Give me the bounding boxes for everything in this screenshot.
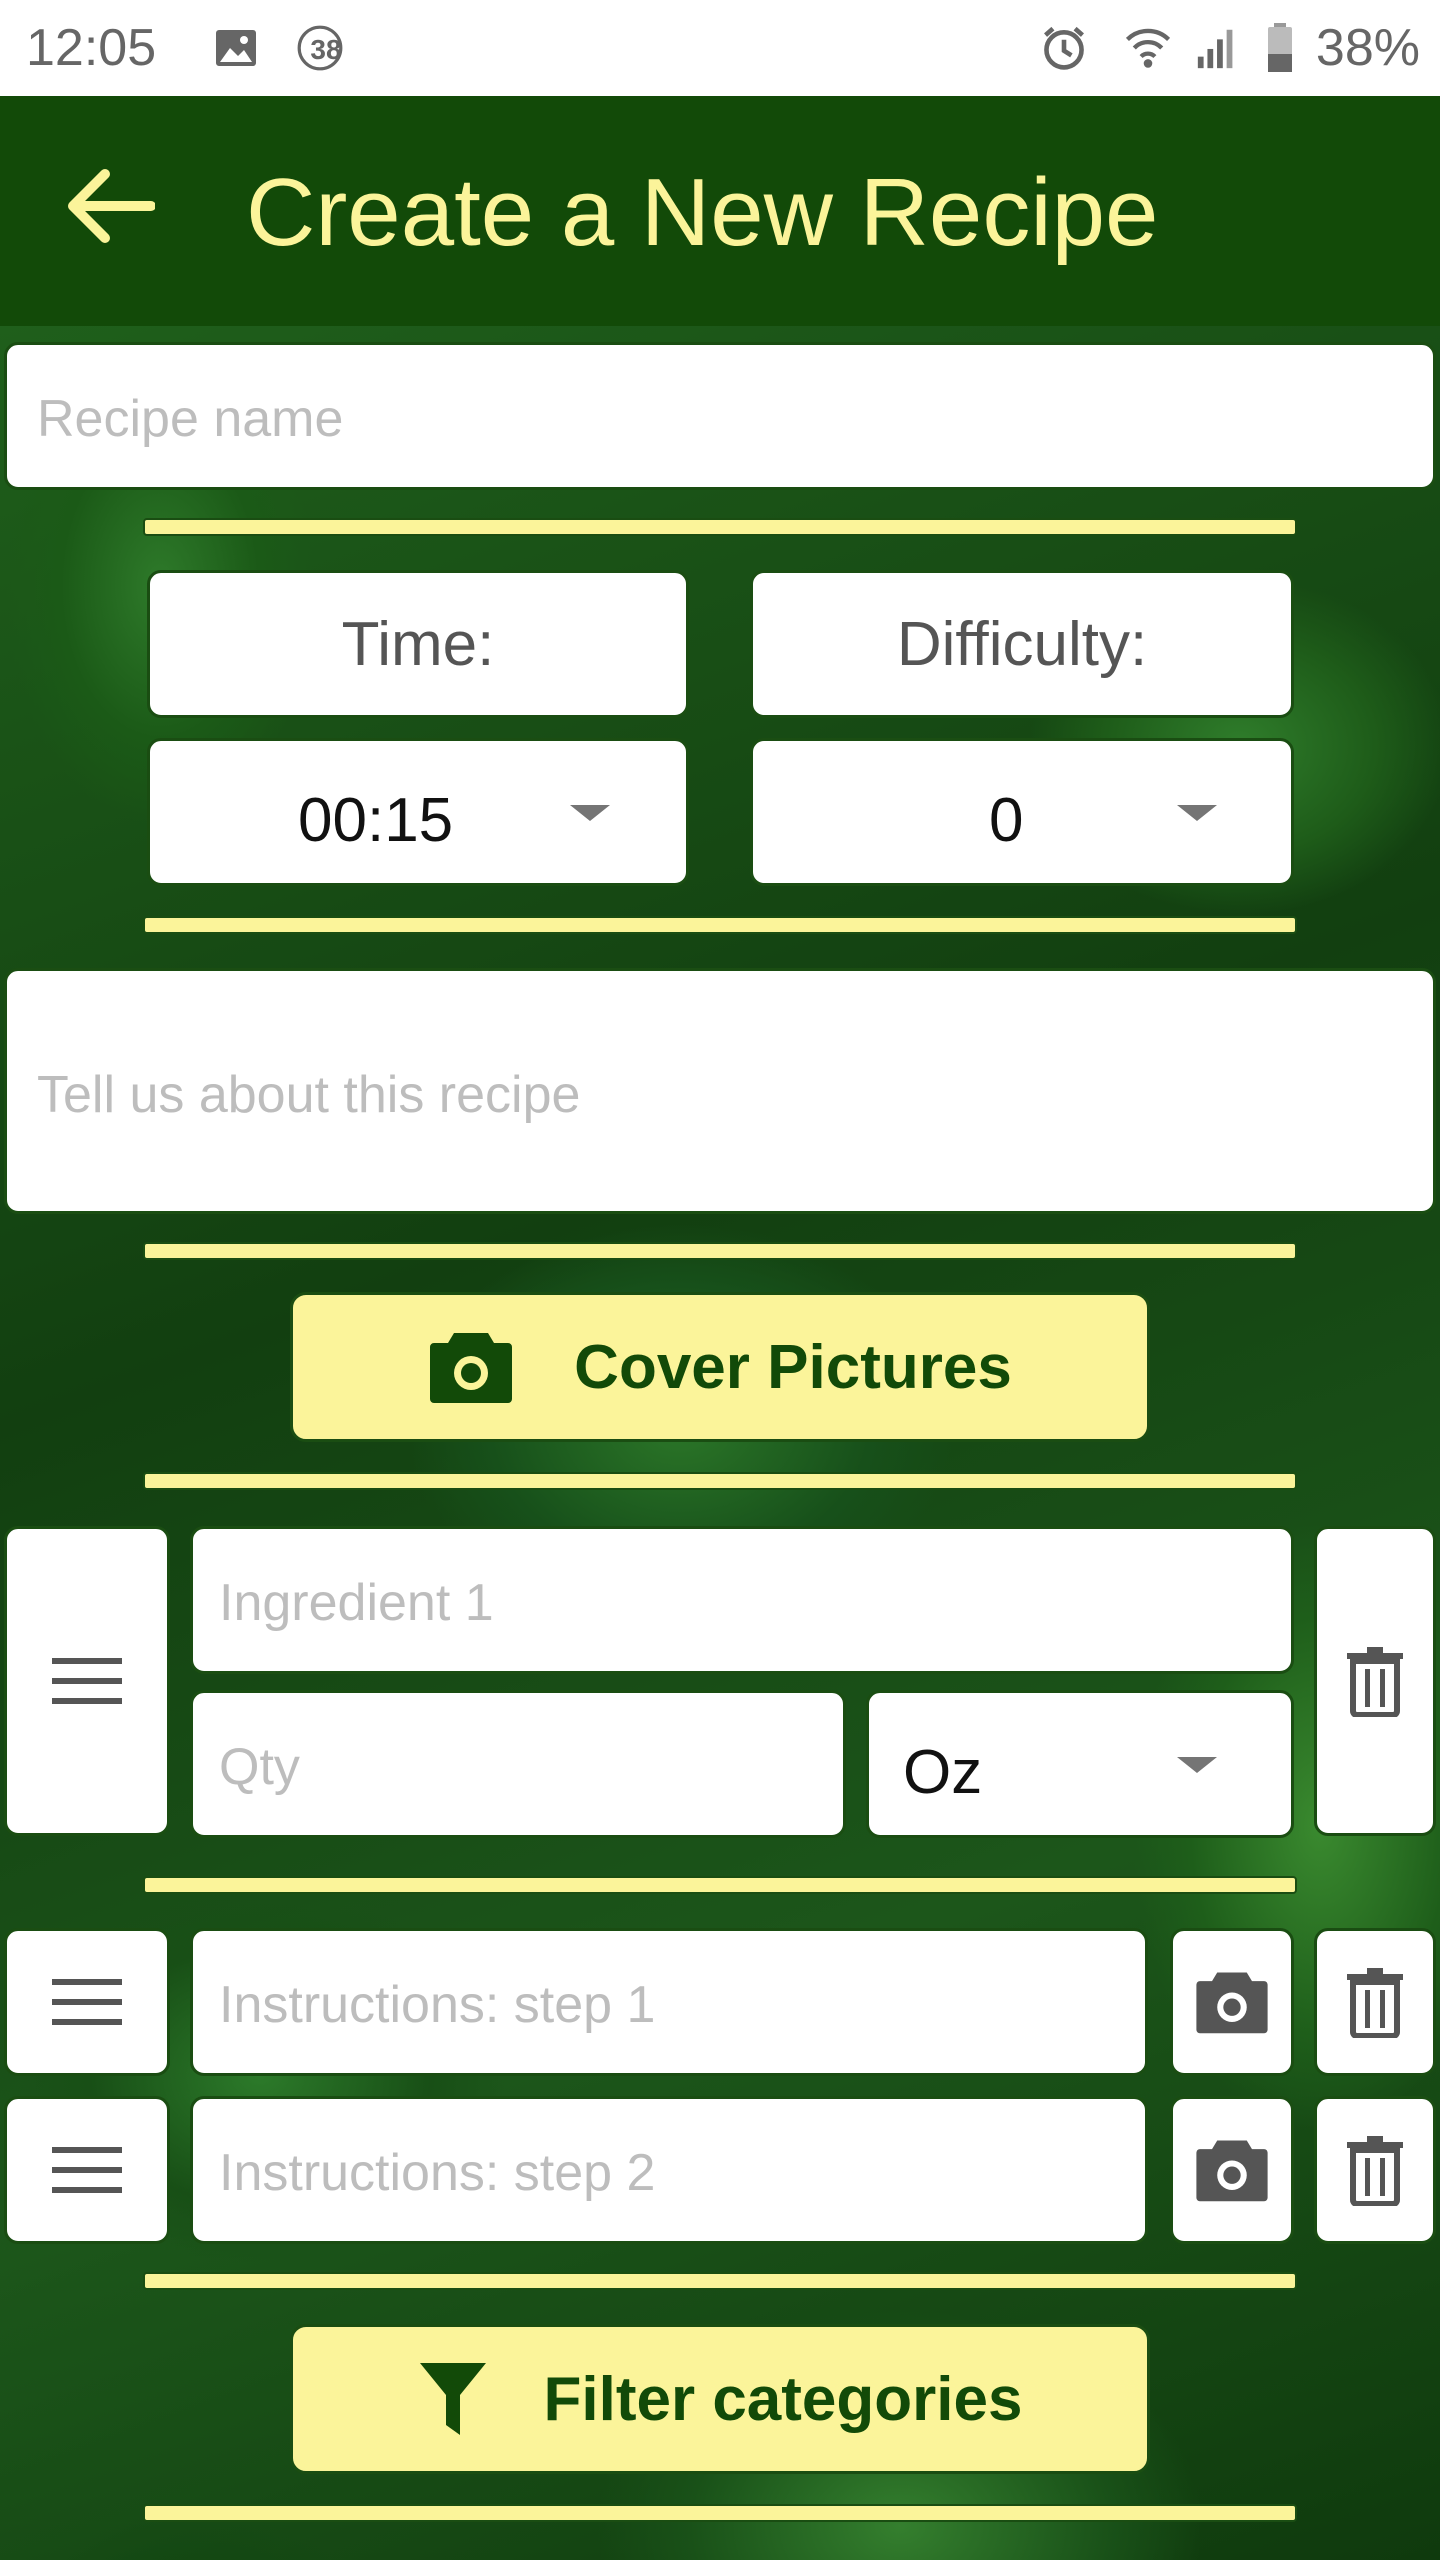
filter-icon	[419, 2363, 486, 2435]
filter-categories-button[interactable]: Filter categories	[290, 2324, 1150, 2474]
cover-pictures-label: Cover Pictures	[574, 1332, 1012, 1402]
instruction-step-2-placeholder: Instructions: step 2	[219, 2144, 656, 2202]
divider	[143, 2504, 1297, 2522]
description-placeholder: Tell us about this recipe	[37, 1066, 581, 1124]
chevron-down-icon	[1177, 805, 1217, 821]
delete-ingredient-button[interactable]	[1314, 1526, 1436, 1836]
divider	[143, 2272, 1297, 2290]
unit-dropdown[interactable]: Oz	[866, 1690, 1294, 1838]
ingredient-name-input[interactable]: Ingredient 1	[190, 1526, 1294, 1674]
ingredient-drag-handle[interactable]	[4, 1526, 170, 1836]
instruction-step-1-placeholder: Instructions: step 1	[219, 1976, 656, 2034]
alarm-icon	[1040, 24, 1088, 72]
notification-count: 38	[310, 34, 342, 65]
arrow-back-icon	[68, 169, 155, 243]
step-2-drag-handle[interactable]	[4, 2096, 170, 2244]
page-title: Create a New Recipe	[246, 159, 1159, 266]
chevron-down-icon	[1177, 1757, 1217, 1773]
divider	[143, 1472, 1297, 1490]
divider	[143, 518, 1297, 536]
trash-icon	[1347, 1647, 1403, 1717]
camera-icon	[1196, 2140, 1268, 2202]
ingredient-placeholder: Ingredient 1	[219, 1574, 494, 1632]
chevron-down-icon	[570, 805, 610, 821]
step-1-drag-handle[interactable]	[4, 1928, 170, 2076]
divider	[143, 1876, 1297, 1894]
recipe-name-input[interactable]: Recipe name	[4, 342, 1436, 490]
filter-categories-label: Filter categories	[543, 2364, 1023, 2434]
difficulty-label: Difficulty:	[896, 609, 1148, 679]
notification-count-icon: 38	[296, 24, 344, 72]
camera-icon	[1196, 1972, 1268, 2034]
delete-step-1-button[interactable]	[1314, 1928, 1436, 2076]
camera-icon	[430, 1333, 513, 1403]
divider	[143, 916, 1297, 934]
battery-icon	[1256, 23, 1304, 72]
time-value: 00:15	[298, 786, 454, 855]
qty-placeholder: Qty	[219, 1738, 300, 1796]
status-time: 12:05	[26, 19, 157, 77]
time-dropdown[interactable]: 00:15	[147, 738, 689, 886]
back-button[interactable]	[60, 156, 160, 256]
trash-icon	[1347, 1968, 1403, 2038]
wifi-icon	[1124, 24, 1172, 72]
drag-handle-icon	[52, 2147, 122, 2193]
instruction-step-1-input[interactable]: Instructions: step 1	[190, 1928, 1148, 2076]
battery-percent: 38%	[1315, 19, 1420, 77]
cover-pictures-button[interactable]: Cover Pictures	[290, 1292, 1150, 1442]
time-label: Time:	[341, 609, 495, 679]
app-bar: Create a New Recipe	[0, 96, 1440, 326]
unit-value: Oz	[903, 1738, 983, 1807]
divider	[143, 1242, 1297, 1260]
step-2-photo-button[interactable]	[1170, 2096, 1294, 2244]
difficulty-value: 0	[989, 786, 1024, 855]
drag-handle-icon	[52, 1658, 122, 1704]
trash-icon	[1347, 2136, 1403, 2206]
time-label-box: Time:	[147, 570, 689, 718]
image-notification-icon	[212, 24, 260, 72]
instruction-step-2-input[interactable]: Instructions: step 2	[190, 2096, 1148, 2244]
drag-handle-icon	[52, 1979, 122, 2025]
recipe-name-placeholder: Recipe name	[37, 390, 344, 448]
difficulty-label-box: Difficulty:	[750, 570, 1294, 718]
qty-input[interactable]: Qty	[190, 1690, 846, 1838]
description-input[interactable]: Tell us about this recipe	[4, 968, 1436, 1214]
step-1-photo-button[interactable]	[1170, 1928, 1294, 2076]
delete-step-2-button[interactable]	[1314, 2096, 1436, 2244]
status-bar: 12:05 38 38%	[0, 0, 1440, 96]
cell-signal-icon	[1194, 24, 1242, 72]
difficulty-dropdown[interactable]: 0	[750, 738, 1294, 886]
